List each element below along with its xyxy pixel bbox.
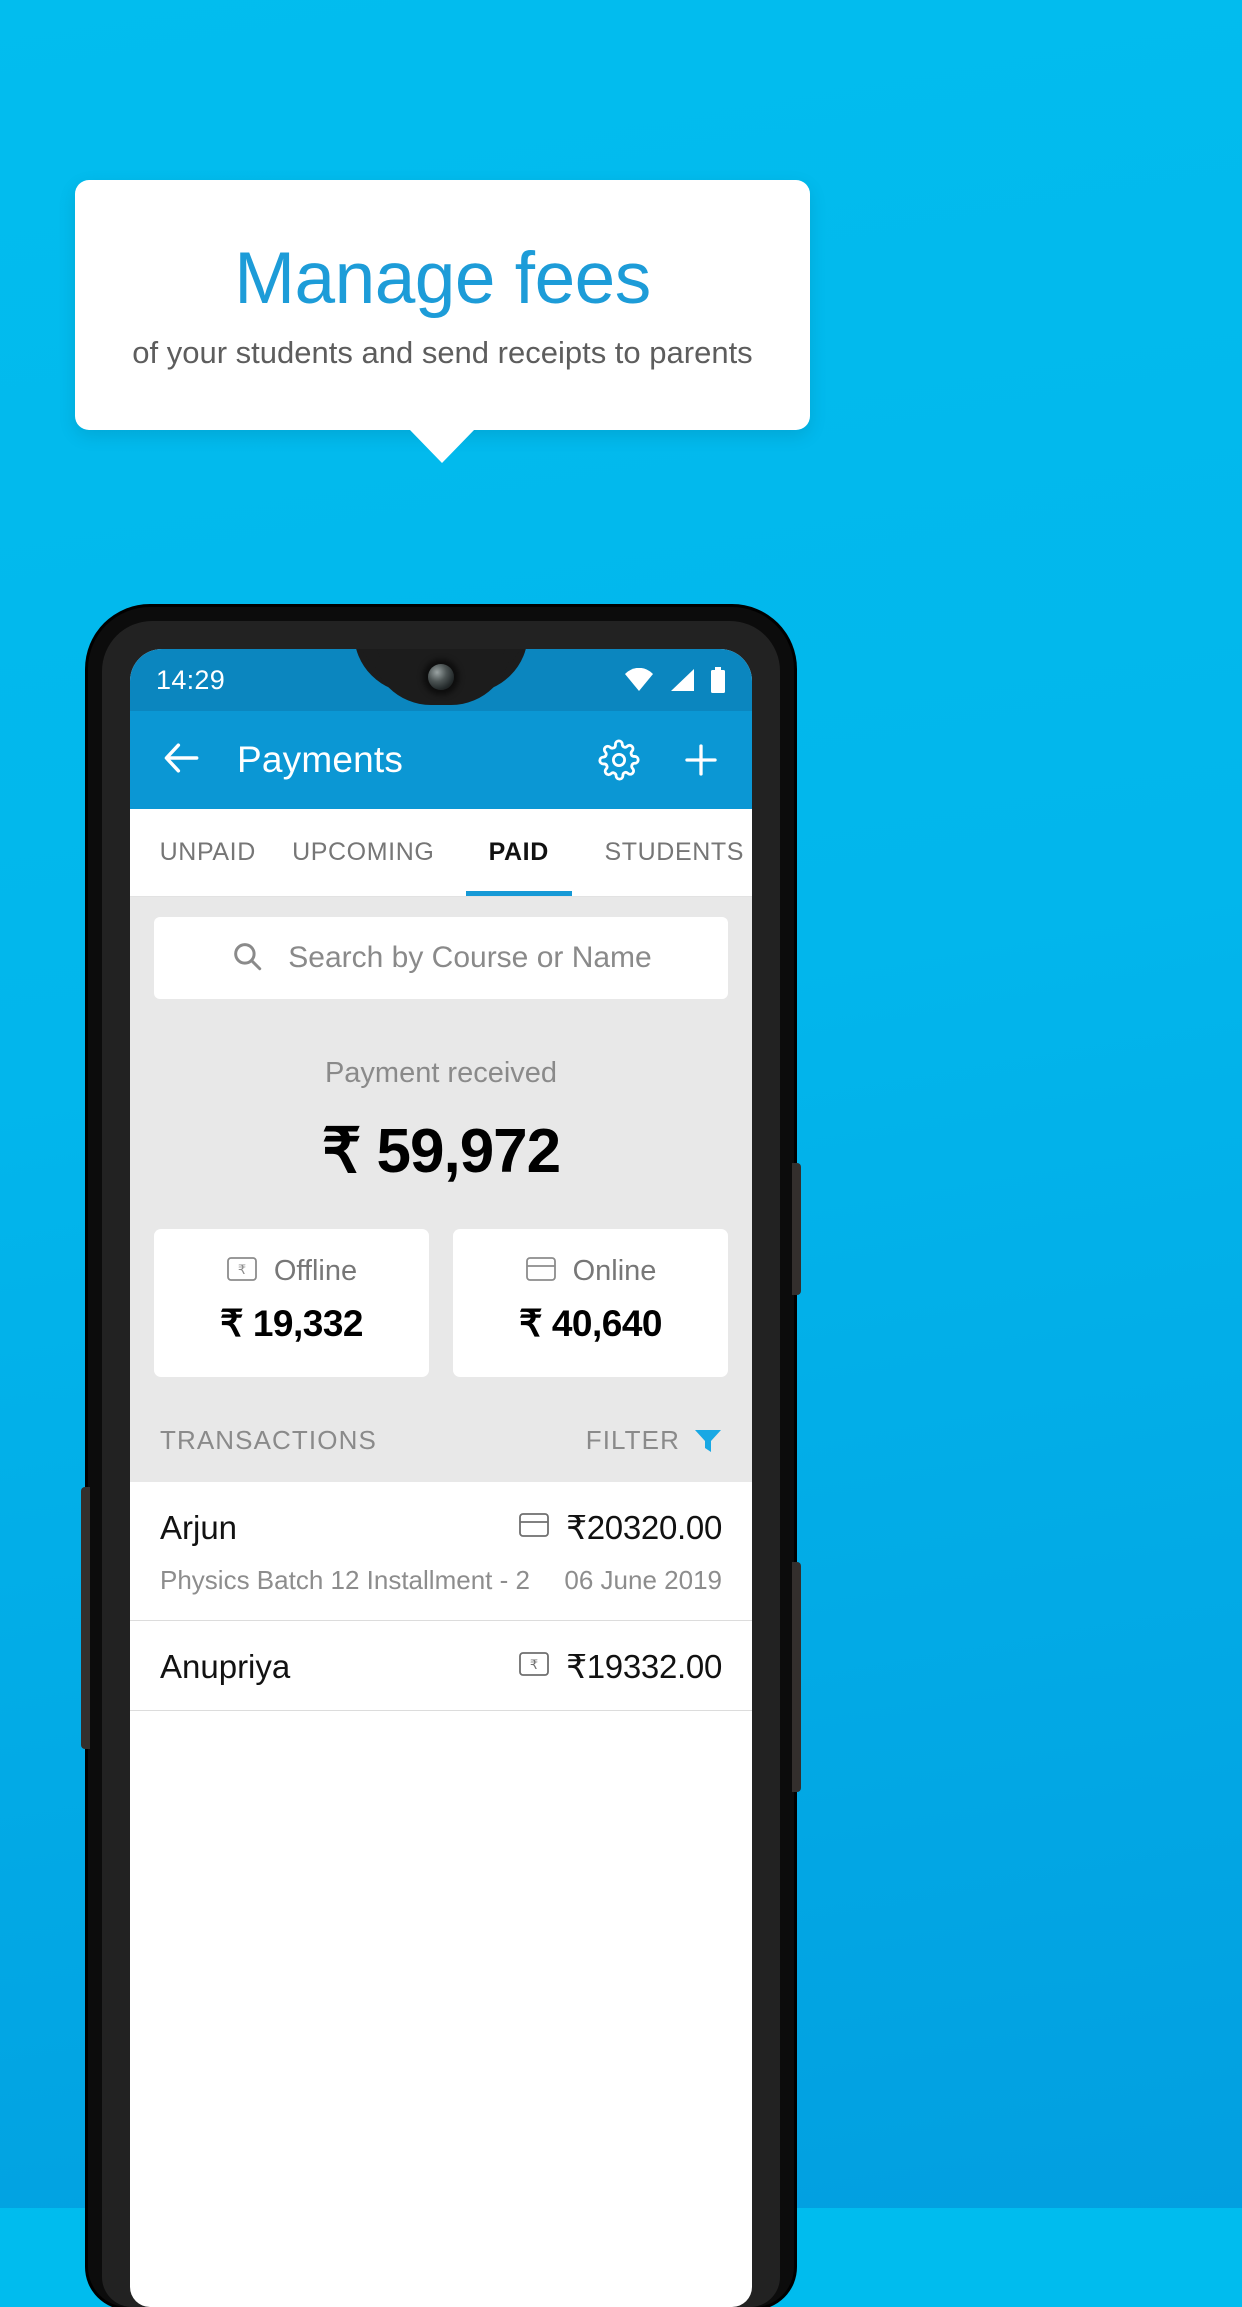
split-cards: ₹ Offline ₹ 19,332 Online ₹ 40,640 (130, 1187, 752, 1377)
svg-text:₹: ₹ (530, 1658, 538, 1673)
search-placeholder: Search by Course or Name (288, 941, 652, 974)
phone-bezel: 14:29 Payments UNPAID UPCOMING PAID STUD… (102, 621, 780, 2307)
online-card-label: Online (572, 1255, 657, 1287)
tab-bar: UNPAID UPCOMING PAID STUDENTS (130, 809, 752, 897)
phone-volume-button[interactable] (792, 1562, 801, 1792)
filter-button[interactable]: FILTER (586, 1425, 722, 1456)
transaction-course: Physics Batch 12 Installment - 2 (160, 1565, 530, 1595)
svg-text:₹: ₹ (238, 1263, 246, 1278)
banknote-icon: ₹ (226, 1256, 258, 1287)
transaction-amount: ₹20320.00 (566, 1509, 722, 1546)
transactions-label: TRANSACTIONS (160, 1425, 377, 1455)
table-row[interactable]: Arjun ₹20320.00 Physics Batch 12 Install… (130, 1482, 752, 1621)
wifi-icon (624, 668, 654, 692)
gear-icon[interactable] (598, 739, 640, 781)
phone-screen: 14:29 Payments UNPAID UPCOMING PAID STUD… (130, 649, 752, 2307)
front-camera (428, 664, 454, 690)
transactions-list: Arjun ₹20320.00 Physics Batch 12 Install… (130, 1482, 752, 1711)
promo-card: Manage fees of your students and send re… (75, 180, 810, 430)
payment-summary: Payment received ₹ 59,972 (130, 999, 752, 1187)
tab-paid[interactable]: PAID (441, 809, 597, 896)
transaction-amount-group: ₹20320.00 (518, 1508, 722, 1547)
credit-card-icon (518, 1512, 550, 1543)
tab-upcoming[interactable]: UPCOMING (286, 809, 442, 896)
summary-label: Payment received (324, 1057, 558, 1089)
signal-icon (669, 668, 695, 692)
transaction-row-primary: Arjun ₹20320.00 (160, 1508, 722, 1547)
search-input[interactable]: Search by Course or Name (154, 917, 728, 999)
tab-unpaid-label: UNPAID (159, 838, 256, 866)
filter-funnel-icon (694, 1428, 722, 1454)
tab-students[interactable]: STUDENTS (597, 809, 753, 896)
tab-upcoming-label: UPCOMING (292, 838, 435, 866)
offline-card-amount: ₹ 19,332 (220, 1303, 364, 1344)
search-wrapper: Search by Course or Name (130, 897, 752, 999)
transaction-row-primary: Anupriya ₹ ₹19332.00 (160, 1647, 722, 1686)
content-area: Search by Course or Name Payment receive… (130, 897, 752, 1482)
summary-amount: ₹ 59,972 (321, 1117, 561, 1186)
online-card[interactable]: Online ₹ 40,640 (453, 1229, 728, 1377)
phone-assistant-button[interactable] (81, 1487, 90, 1749)
promo-subtitle: of your students and send receipts to pa… (132, 335, 753, 370)
transaction-student-name: Anupriya (160, 1647, 291, 1685)
filter-label: FILTER (585, 1425, 680, 1455)
transaction-date: 06 June 2019 (564, 1565, 722, 1595)
plus-icon[interactable] (680, 739, 722, 781)
credit-card-icon (525, 1256, 557, 1287)
transaction-row-secondary: Physics Batch 12 Installment - 2 06 June… (160, 1565, 722, 1596)
transactions-header: TRANSACTIONS FILTER (130, 1377, 752, 1482)
online-card-amount: ₹ 40,640 (519, 1303, 663, 1344)
status-icons (624, 667, 726, 693)
battery-icon (710, 667, 726, 693)
status-bar: 14:29 (130, 649, 752, 711)
phone-power-button[interactable] (792, 1163, 801, 1295)
app-bar-actions (598, 739, 722, 781)
search-icon (230, 939, 264, 978)
transaction-amount-group: ₹ ₹19332.00 (518, 1647, 722, 1686)
transaction-student-name: Arjun (160, 1508, 238, 1546)
app-bar: Payments (130, 711, 752, 809)
banknote-icon: ₹ (518, 1651, 550, 1682)
offline-card[interactable]: ₹ Offline ₹ 19,332 (154, 1229, 429, 1377)
promo-title: Manage fees (234, 238, 651, 319)
phone-mockup: 14:29 Payments UNPAID UPCOMING PAID STUD… (81, 607, 801, 2307)
online-card-head: Online (525, 1255, 657, 1288)
tab-unpaid[interactable]: UNPAID (130, 809, 286, 896)
back-arrow-icon[interactable] (160, 736, 204, 785)
offline-card-label: Offline (273, 1255, 358, 1287)
promo-card-tail (409, 429, 475, 463)
table-row[interactable]: Anupriya ₹ ₹19332.00 (130, 1621, 752, 1711)
status-time: 14:29 (156, 664, 226, 695)
phone-notch (371, 649, 511, 705)
offline-card-head: ₹ Offline (226, 1255, 357, 1288)
transaction-amount: ₹19332.00 (566, 1648, 722, 1685)
app-bar-title: Payments (237, 739, 404, 780)
tab-paid-label: PAID (488, 838, 549, 866)
tab-students-label: STUDENTS (604, 838, 745, 866)
